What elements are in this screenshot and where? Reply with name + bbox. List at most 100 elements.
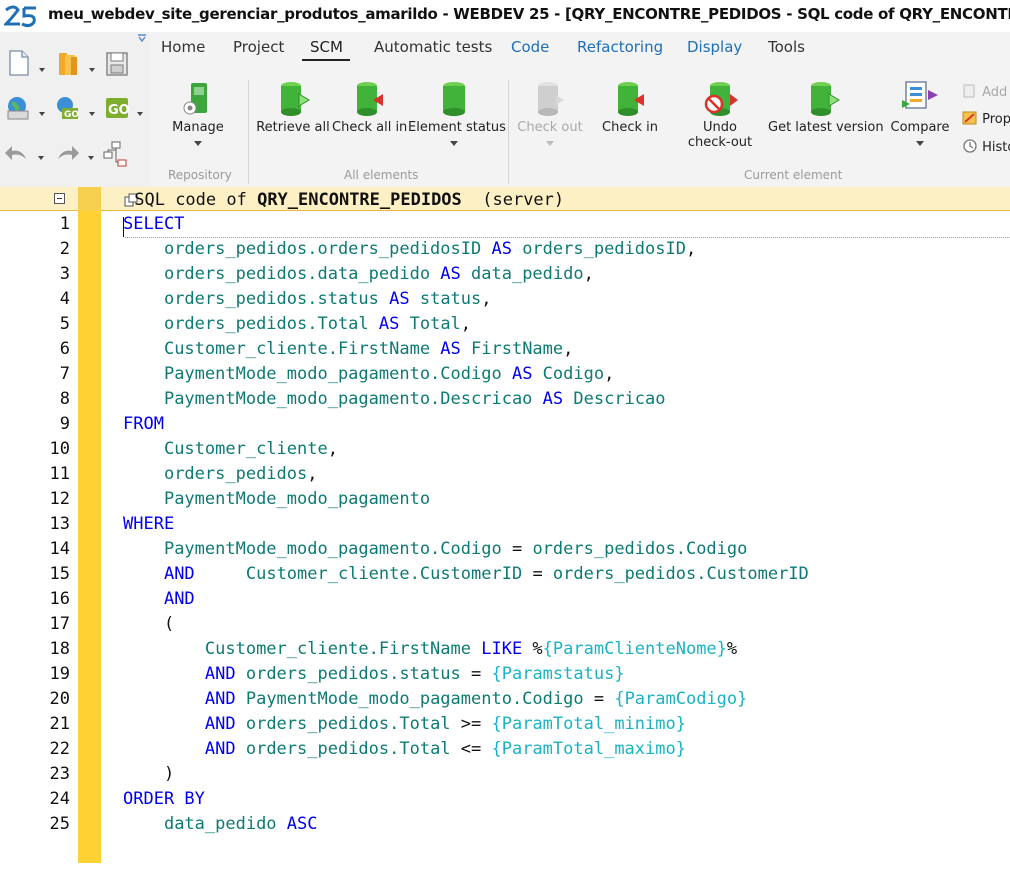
undo-check-out-label: Undo [703, 120, 737, 135]
code-line[interactable]: WHERE [123, 514, 174, 534]
ribbon-tabs: Home Project SCM Automatic tests Code Re… [150, 32, 1010, 61]
code-line[interactable]: ( [123, 614, 174, 634]
code-line[interactable]: PaymentMode_modo_pagamento.Codigo = orde… [123, 539, 747, 559]
code-line[interactable]: AND PaymentMode_modo_pagamento.Codigo = … [123, 689, 748, 709]
line-number: 13 [49, 514, 70, 534]
code-line[interactable]: data_pedido ASC [123, 814, 318, 834]
chevron-down-icon[interactable] [546, 141, 554, 146]
properties-button[interactable]: Prop [962, 110, 1010, 127]
code-token: PaymentMode_modo_pagamento.Descricao [163, 389, 533, 409]
code-line[interactable]: ORDER BY [123, 789, 205, 809]
add-button[interactable]: Add [962, 83, 1007, 100]
code-token: Customer_cliente.FirstName [163, 339, 431, 359]
save-icon[interactable] [104, 50, 130, 78]
code-token: PaymentMode_modo_pagamento.Codigo [245, 689, 584, 709]
code-line[interactable]: AND orders_pedidos.Total >= {ParamTotal_… [123, 714, 686, 734]
code-token: {ParamTotal_minimo} [491, 714, 686, 734]
chevron-down-icon[interactable] [194, 141, 202, 146]
code-line[interactable]: PaymentMode_modo_pagamento.Descricao AS … [123, 389, 666, 409]
code-token: AND [163, 589, 195, 609]
history-icon [963, 139, 977, 153]
chevron-down-icon[interactable] [450, 141, 458, 146]
collapse-toggle-icon[interactable] [54, 193, 65, 204]
check-all-in-button[interactable]: Check all in [332, 78, 407, 135]
code-token: AND [204, 689, 246, 709]
code-line[interactable]: Customer_cliente.FirstName AS FirstName, [123, 339, 573, 359]
code-line[interactable]: orders_pedidos.status AS status, [123, 289, 492, 309]
code-token: AS [481, 239, 523, 259]
code-token: AS [501, 364, 543, 384]
retrieve-all-button[interactable]: Retrieve all [256, 78, 330, 135]
code-line[interactable]: AND [123, 589, 195, 609]
code-line[interactable]: orders_pedidos.Total AS Total, [123, 314, 471, 334]
tab-code[interactable]: Code [511, 38, 549, 56]
line-number: 5 [59, 314, 70, 334]
chevron-down-icon[interactable] [39, 112, 45, 116]
tab-scm[interactable]: SCM [310, 38, 343, 56]
line-number: 6 [59, 339, 70, 359]
chevron-down-icon[interactable] [89, 112, 95, 116]
line-number: 1 [59, 214, 70, 234]
code-token: orders_pedidosID [522, 239, 686, 259]
tab-refactoring[interactable]: Refactoring [577, 38, 663, 56]
go-run-icon[interactable]: GO [104, 94, 130, 122]
code-token: status [419, 289, 482, 309]
history-label: Histo [982, 140, 1010, 155]
code-line[interactable]: AND orders_pedidos.status = {Paramstatus… [123, 664, 625, 684]
svg-text:GO: GO [64, 110, 79, 120]
line-number: 18 [49, 639, 70, 659]
chevron-down-icon[interactable] [89, 68, 95, 72]
get-latest-version-button[interactable]: Get latest version [768, 78, 884, 135]
tab-project[interactable]: Project [233, 38, 284, 56]
check-in-button[interactable]: Check in [594, 78, 666, 135]
undo-arrow-icon[interactable] [4, 141, 30, 169]
go-globe-icon[interactable]: GO [54, 94, 80, 122]
check-out-button[interactable]: Check out [514, 78, 586, 146]
tab-automatic-tests[interactable]: Automatic tests [374, 38, 492, 56]
code-line[interactable]: FROM [123, 414, 164, 434]
code-line[interactable]: orders_pedidos, [123, 464, 318, 484]
code-token: % [726, 639, 738, 659]
toolbar-collapse-icon[interactable] [137, 34, 147, 42]
history-button[interactable]: Histo [962, 138, 1010, 155]
line-number: 24 [49, 789, 70, 809]
tab-home[interactable]: Home [161, 38, 205, 56]
code-line[interactable]: orders_pedidos.orders_pedidosID AS order… [123, 239, 696, 259]
code-line[interactable]: AND orders_pedidos.Total <= {ParamTotal_… [123, 739, 686, 759]
code-token: Codigo [542, 364, 605, 384]
undo-check-out-button[interactable]: Undo check-out [680, 78, 760, 150]
line-number: 4 [59, 289, 70, 309]
tab-display[interactable]: Display [687, 38, 742, 56]
window-title: meu_webdev_site_gerenciar_produtos_amari… [48, 5, 1010, 23]
line-number: 23 [49, 764, 70, 784]
open-folder-icon[interactable] [56, 49, 82, 77]
element-status-button[interactable]: Element status [408, 78, 506, 146]
code-token: , [481, 289, 492, 309]
project-tree-icon[interactable] [102, 140, 128, 168]
code-line[interactable]: Customer_cliente.FirstName LIKE %{ParamC… [123, 639, 737, 659]
compare-button[interactable]: Compare [884, 78, 956, 146]
chevron-down-icon[interactable] [88, 156, 94, 160]
compare-label: Compare [890, 120, 950, 135]
chevron-down-icon[interactable] [137, 112, 143, 116]
new-document-icon[interactable] [6, 49, 32, 77]
code-line[interactable]: Customer_cliente, [123, 439, 338, 459]
code-line[interactable]: PaymentMode_modo_pagamento [123, 489, 430, 509]
group-label-current-element: Current element [744, 168, 843, 182]
tab-tools[interactable]: Tools [768, 38, 805, 56]
line-number: 7 [59, 364, 70, 384]
globe-site-icon[interactable] [5, 94, 31, 122]
code-line[interactable]: SELECT [123, 214, 184, 234]
redo-arrow-icon[interactable] [54, 141, 80, 169]
chevron-down-icon[interactable] [38, 156, 44, 160]
manage-button[interactable]: Manage [156, 78, 240, 146]
chevron-down-icon[interactable] [39, 68, 45, 72]
code-line[interactable]: orders_pedidos.data_pedido AS data_pedid… [123, 264, 594, 284]
code-line[interactable]: ) [123, 764, 174, 784]
code-line[interactable]: PaymentMode_modo_pagamento.Codigo AS Cod… [123, 364, 614, 384]
code-line[interactable]: AND Customer_cliente.CustomerID = orders… [123, 564, 809, 584]
chevron-down-icon[interactable] [916, 141, 924, 146]
